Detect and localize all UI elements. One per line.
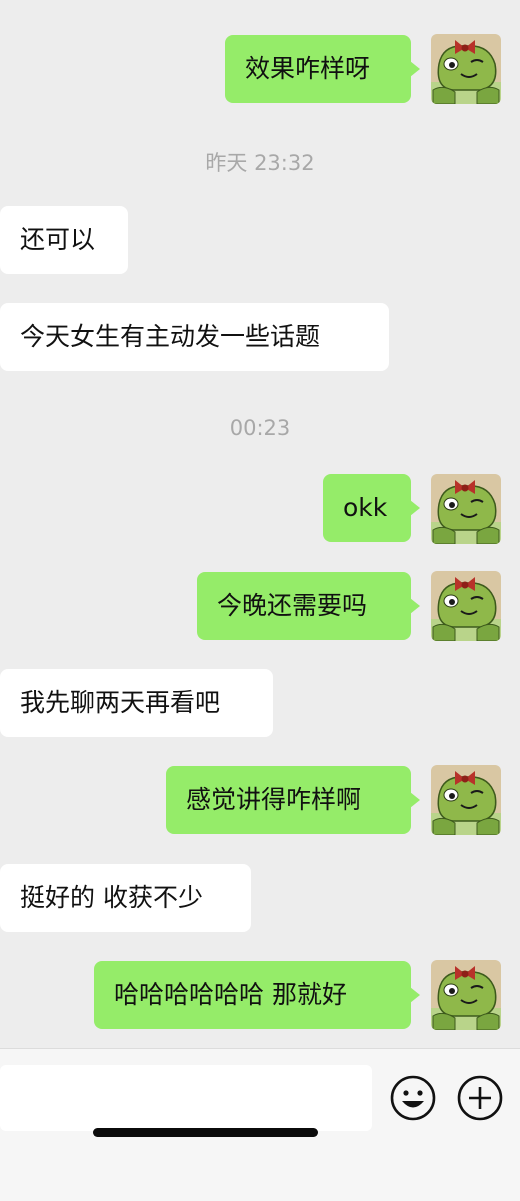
frog-avatar-icon[interactable] xyxy=(431,474,501,544)
message-bubble-received[interactable]: 我先聊两天再看吧 xyxy=(0,669,273,737)
message-row: 哈哈哈哈哈哈 那就好 xyxy=(0,960,520,1030)
message-bubble-received[interactable]: 今天女生有主动发一些话题 xyxy=(0,303,389,371)
message-text: 效果咋样呀 xyxy=(245,54,371,83)
message-row: 今晚还需要吗 xyxy=(0,571,520,641)
message-row: okk xyxy=(0,474,520,544)
message-bubble-sent[interactable]: 感觉讲得咋样啊 xyxy=(166,766,420,834)
frog-avatar-icon[interactable] xyxy=(431,960,501,1030)
home-indicator[interactable] xyxy=(93,1128,318,1137)
chat-input-bar xyxy=(0,1048,520,1201)
message-bubble-received[interactable]: 挺好的 收获不少 xyxy=(0,864,251,932)
message-input[interactable] xyxy=(0,1065,372,1131)
message-bubble-sent[interactable]: 哈哈哈哈哈哈 那就好 xyxy=(94,961,420,1029)
message-text: 还可以 xyxy=(20,225,96,254)
frog-avatar-icon[interactable] xyxy=(431,571,501,641)
message-text: 我先聊两天再看吧 xyxy=(20,688,221,717)
message-row: 感觉讲得咋样啊 xyxy=(0,765,520,835)
message-row: 效果咋样呀 xyxy=(0,34,520,104)
message-text: 今晚还需要吗 xyxy=(217,591,368,620)
timestamp: 昨天 23:32 xyxy=(205,151,315,175)
message-text: 哈哈哈哈哈哈 那就好 xyxy=(114,980,347,1009)
frog-avatar-icon[interactable] xyxy=(431,765,501,835)
message-row: 今天女生有主动发一些话题 xyxy=(0,303,520,371)
emoji-icon[interactable] xyxy=(389,1074,437,1122)
message-text: 今天女生有主动发一些话题 xyxy=(20,322,321,351)
message-text: okk xyxy=(343,493,388,522)
message-bubble-sent[interactable]: 今晚还需要吗 xyxy=(197,572,420,640)
message-row: 我先聊两天再看吧 xyxy=(0,669,520,737)
message-bubble-received[interactable]: 还可以 xyxy=(0,206,128,274)
message-text: 感觉讲得咋样啊 xyxy=(186,785,362,814)
message-bubble-sent[interactable]: 效果咋样呀 xyxy=(225,35,420,103)
timestamp: 00:23 xyxy=(229,416,291,440)
message-row: 挺好的 收获不少 xyxy=(0,864,520,932)
plus-icon[interactable] xyxy=(456,1074,504,1122)
message-bubble-sent[interactable]: okk xyxy=(323,474,420,542)
message-text: 挺好的 收获不少 xyxy=(20,883,203,912)
frog-avatar-icon[interactable] xyxy=(431,34,501,104)
message-row: 还可以 xyxy=(0,206,520,274)
